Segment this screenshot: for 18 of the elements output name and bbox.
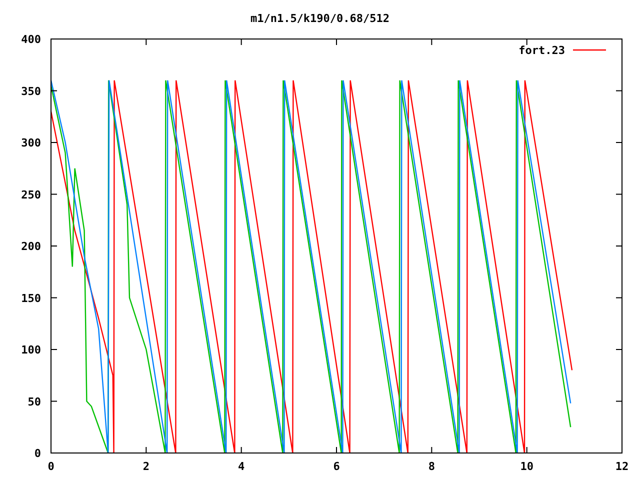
tick-label: 0 (34, 447, 41, 460)
tick-label: 2 (142, 460, 150, 473)
tick-label: 250 (21, 188, 41, 202)
legend-label: fort.23 (518, 44, 565, 57)
tick-label: 6 (333, 460, 340, 473)
tick-label: 10 (520, 460, 534, 473)
tick-label: 200 (21, 240, 41, 253)
tick-label: 8 (428, 460, 435, 473)
tick-label: 12 (615, 460, 629, 473)
tick-label: 0 (48, 460, 54, 473)
chart-title: m1/n1.5/k190/0.68/512 (250, 12, 390, 25)
tick-label: 150 (21, 292, 41, 305)
tick-label: 50 (28, 395, 41, 408)
tick-label: 4 (238, 460, 245, 473)
tick-label: 100 (21, 344, 41, 356)
tick-label: 300 (21, 136, 41, 150)
tick-label: 350 (21, 84, 41, 98)
tick-label: 400 (21, 33, 41, 46)
